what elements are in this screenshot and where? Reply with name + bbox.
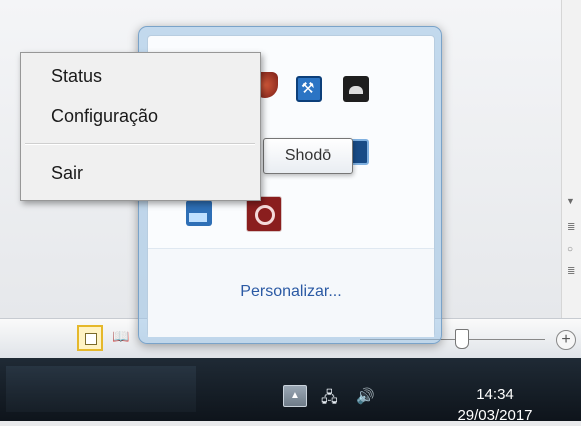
- print-layout-view-button[interactable]: [77, 325, 103, 351]
- page-view-icon: [85, 333, 97, 345]
- clock-time: 14:34: [476, 386, 514, 403]
- menu-separator: [25, 143, 255, 145]
- menu-item-sair[interactable]: Sair: [51, 163, 83, 184]
- zoom-slider-thumb[interactable]: [455, 329, 469, 349]
- menu-item-configuracao[interactable]: Configuração: [51, 106, 158, 127]
- taskbar: ▲ 🖧 🔊 14:34 29/03/2017: [0, 358, 581, 424]
- taskbar-app-area[interactable]: [6, 366, 196, 412]
- flyout-footer: Personalizar...: [148, 248, 434, 337]
- volume-icon[interactable]: 🔊: [356, 387, 375, 405]
- menu-item-status[interactable]: Status: [51, 66, 102, 87]
- vertical-scrollbar[interactable]: ▼ ≣ ○ ≣: [561, 0, 581, 318]
- reading-view-icon[interactable]: 📖: [112, 328, 129, 345]
- show-hidden-icons-button[interactable]: ▲: [283, 385, 307, 407]
- select-browse-object-icon[interactable]: ○: [567, 244, 573, 255]
- clock-date: 29/03/2017: [457, 407, 533, 424]
- next-page-icon[interactable]: ≣: [567, 266, 575, 277]
- scanner-icon[interactable]: [186, 200, 212, 226]
- shodo-icon[interactable]: [246, 196, 282, 232]
- wrench-icon[interactable]: [296, 76, 322, 102]
- zoom-in-icon[interactable]: +: [556, 330, 576, 350]
- customize-link[interactable]: Personalizar...: [148, 283, 434, 301]
- previous-page-icon[interactable]: ≣: [567, 222, 575, 233]
- scroll-down-arrow-icon[interactable]: ▼: [566, 196, 575, 206]
- network-icon[interactable]: 🖧: [321, 387, 338, 412]
- photo-icon[interactable]: [343, 76, 369, 102]
- shodo-tooltip: Shodō: [263, 138, 353, 174]
- clock[interactable]: 14:34 29/03/2017: [425, 384, 565, 426]
- context-menu: Status Configuração Sair: [20, 52, 261, 201]
